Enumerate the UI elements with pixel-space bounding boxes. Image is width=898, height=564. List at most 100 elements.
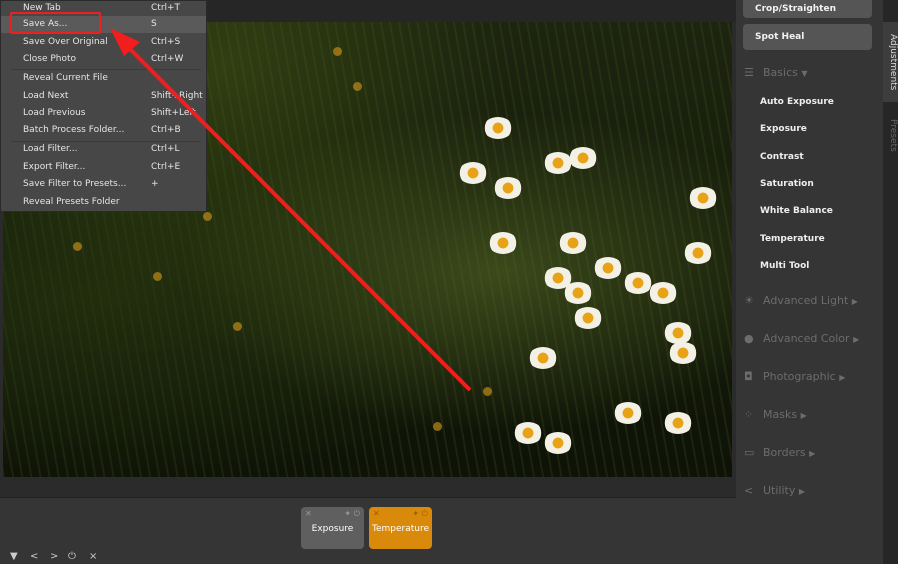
collapse-icon[interactable]: ▼	[10, 551, 18, 562]
section-label: Photographic	[763, 370, 836, 383]
section-advanced-light[interactable]: ☀ Advanced Light ▶	[744, 294, 858, 307]
flower-bud	[73, 242, 82, 251]
pin-power-icon[interactable]: ✦ ⏻	[344, 492, 360, 536]
spot-heal-button[interactable]: Spot Heal	[743, 24, 872, 50]
menu-item[interactable]: Load Next Shift+Right	[1, 88, 206, 105]
close-icon[interactable]: ×	[89, 551, 97, 562]
filter-chip-exposure[interactable]: ✕ ✦ ⏻ Exposure	[301, 507, 364, 549]
menu-item-shortcut: Ctrl+T	[151, 3, 181, 13]
basics-item[interactable]: Temperature	[760, 234, 825, 244]
menu-item[interactable]: Save Filter to Presets... +	[1, 176, 206, 193]
basics-section[interactable]: ☰ Basics ▼	[744, 66, 808, 79]
section-borders[interactable]: ▭ Borders ▶	[744, 446, 815, 459]
section-label: Advanced Light	[763, 294, 849, 307]
menu-item[interactable]: Load Filter... Ctrl+L	[1, 141, 206, 158]
menu-item-shortcut: +	[151, 179, 159, 189]
utility-icon: <	[744, 484, 754, 497]
flower-bud	[483, 387, 492, 396]
daisy-flower	[573, 307, 603, 329]
flower-bud	[353, 82, 362, 91]
menu-item-label: Save Over Original	[23, 37, 108, 47]
tab-adjustments[interactable]: Adjustments	[883, 22, 898, 102]
daisy-flower	[648, 282, 678, 304]
daisy-flower	[593, 257, 623, 279]
menu-item-label: Batch Process Folder...	[23, 125, 125, 135]
section-label: Utility	[763, 484, 796, 497]
chevron-right-icon: ▶	[809, 449, 816, 458]
chevron-right-icon: ▶	[839, 373, 846, 382]
basics-item[interactable]: Exposure	[760, 124, 807, 134]
chevron-down-icon: ▼	[801, 69, 808, 78]
menu-item-shortcut: Ctrl+L	[151, 144, 180, 154]
highlight-box	[10, 12, 101, 34]
side-tabs: Adjustments Presets	[883, 0, 898, 564]
daisy-flower	[513, 422, 543, 444]
menu-item[interactable]: Batch Process Folder... Ctrl+B	[1, 122, 206, 139]
menu-item[interactable]: Save Over Original Ctrl+S	[1, 34, 206, 51]
daisy-flower	[563, 282, 593, 304]
crop-straighten-button[interactable]: Crop/Straighten	[743, 0, 872, 18]
daisy-flower	[683, 242, 713, 264]
menu-item-shortcut: Shift+Left	[151, 108, 196, 118]
flower-bud	[333, 47, 342, 56]
menu-item-shortcut: Ctrl+E	[151, 162, 181, 172]
menu-item-label: Load Next	[23, 91, 69, 101]
chevron-right-icon: ▶	[798, 487, 806, 496]
flower-bud	[433, 422, 442, 431]
section-label: Basics	[763, 66, 798, 79]
menu-item-shortcut: Ctrl+B	[151, 125, 181, 135]
basics-item[interactable]: Contrast	[760, 152, 804, 162]
basics-item[interactable]: Multi Tool	[760, 261, 809, 271]
section-label: Advanced Color	[763, 332, 850, 345]
menu-item-label: Export Filter...	[23, 162, 86, 172]
basics-item[interactable]: Auto Exposure	[760, 97, 834, 107]
section-masks[interactable]: ⁘ Masks ▶	[744, 408, 807, 421]
menu-item[interactable]: Reveal Presets Folder	[1, 194, 206, 211]
filter-strip: ✕ ✦ ⏻ Exposure ✕ ✦ ⏻ Temperature ▼ < > ⏻ ×	[0, 497, 736, 564]
menu-item-shortcut: Ctrl+W	[151, 54, 184, 64]
menu-item-label: Close Photo	[23, 54, 77, 64]
daisy-flower	[668, 342, 698, 364]
menu-item-label: Load Filter...	[23, 144, 78, 154]
menu-item[interactable]: Reveal Current File	[1, 70, 206, 87]
daisy-flower	[488, 232, 518, 254]
daisy-flower	[543, 432, 573, 454]
filter-chip-temperature[interactable]: ✕ ✦ ⏻ Temperature	[369, 507, 432, 549]
daisy-flower	[483, 117, 513, 139]
section-utility[interactable]: < Utility ▶	[744, 484, 805, 497]
menu-item-shortcut: S	[151, 19, 157, 29]
menu-item-shortcut: Shift+Right	[151, 91, 203, 101]
reset-icon[interactable]: ⏻	[68, 551, 76, 562]
menu-item-label: Reveal Presets Folder	[23, 197, 120, 207]
masks-icon: ⁘	[744, 408, 754, 421]
section-label: Masks	[763, 408, 798, 421]
borders-icon: ▭	[744, 446, 755, 459]
flower-bud	[153, 272, 162, 281]
section-label: Borders	[763, 446, 806, 459]
section-advanced-color[interactable]: ● Advanced Color ▶	[744, 332, 859, 345]
camera-icon: ◘	[744, 370, 753, 383]
section-photographic[interactable]: ◘ Photographic ▶	[744, 370, 845, 383]
tab-presets[interactable]: Presets	[883, 110, 898, 160]
menu-item[interactable]: Close Photo Ctrl+W	[1, 51, 206, 68]
chevron-right-icon: ▶	[800, 411, 807, 420]
chevron-right-icon: ▶	[853, 335, 860, 344]
prev-icon[interactable]: <	[30, 551, 38, 562]
daisy-flower	[568, 147, 598, 169]
daisy-flower	[493, 177, 523, 199]
next-icon[interactable]: >	[50, 551, 58, 562]
menu-item[interactable]: Export Filter... Ctrl+E	[1, 159, 206, 176]
menu-item[interactable]: Load Previous Shift+Left	[1, 105, 206, 122]
flower-bud	[203, 212, 212, 221]
menu-item-label: Reveal Current File	[23, 73, 108, 83]
flower-bud	[233, 322, 242, 331]
basics-item[interactable]: Saturation	[760, 179, 814, 189]
daisy-flower	[458, 162, 488, 184]
sun-icon: ☀	[744, 294, 754, 307]
close-icon[interactable]: ✕	[373, 492, 380, 536]
daisy-flower	[688, 187, 718, 209]
basics-item[interactable]: White Balance	[760, 206, 833, 216]
daisy-flower	[558, 232, 588, 254]
close-icon[interactable]: ✕	[305, 492, 312, 536]
pin-power-icon[interactable]: ✦ ⏻	[412, 492, 428, 536]
